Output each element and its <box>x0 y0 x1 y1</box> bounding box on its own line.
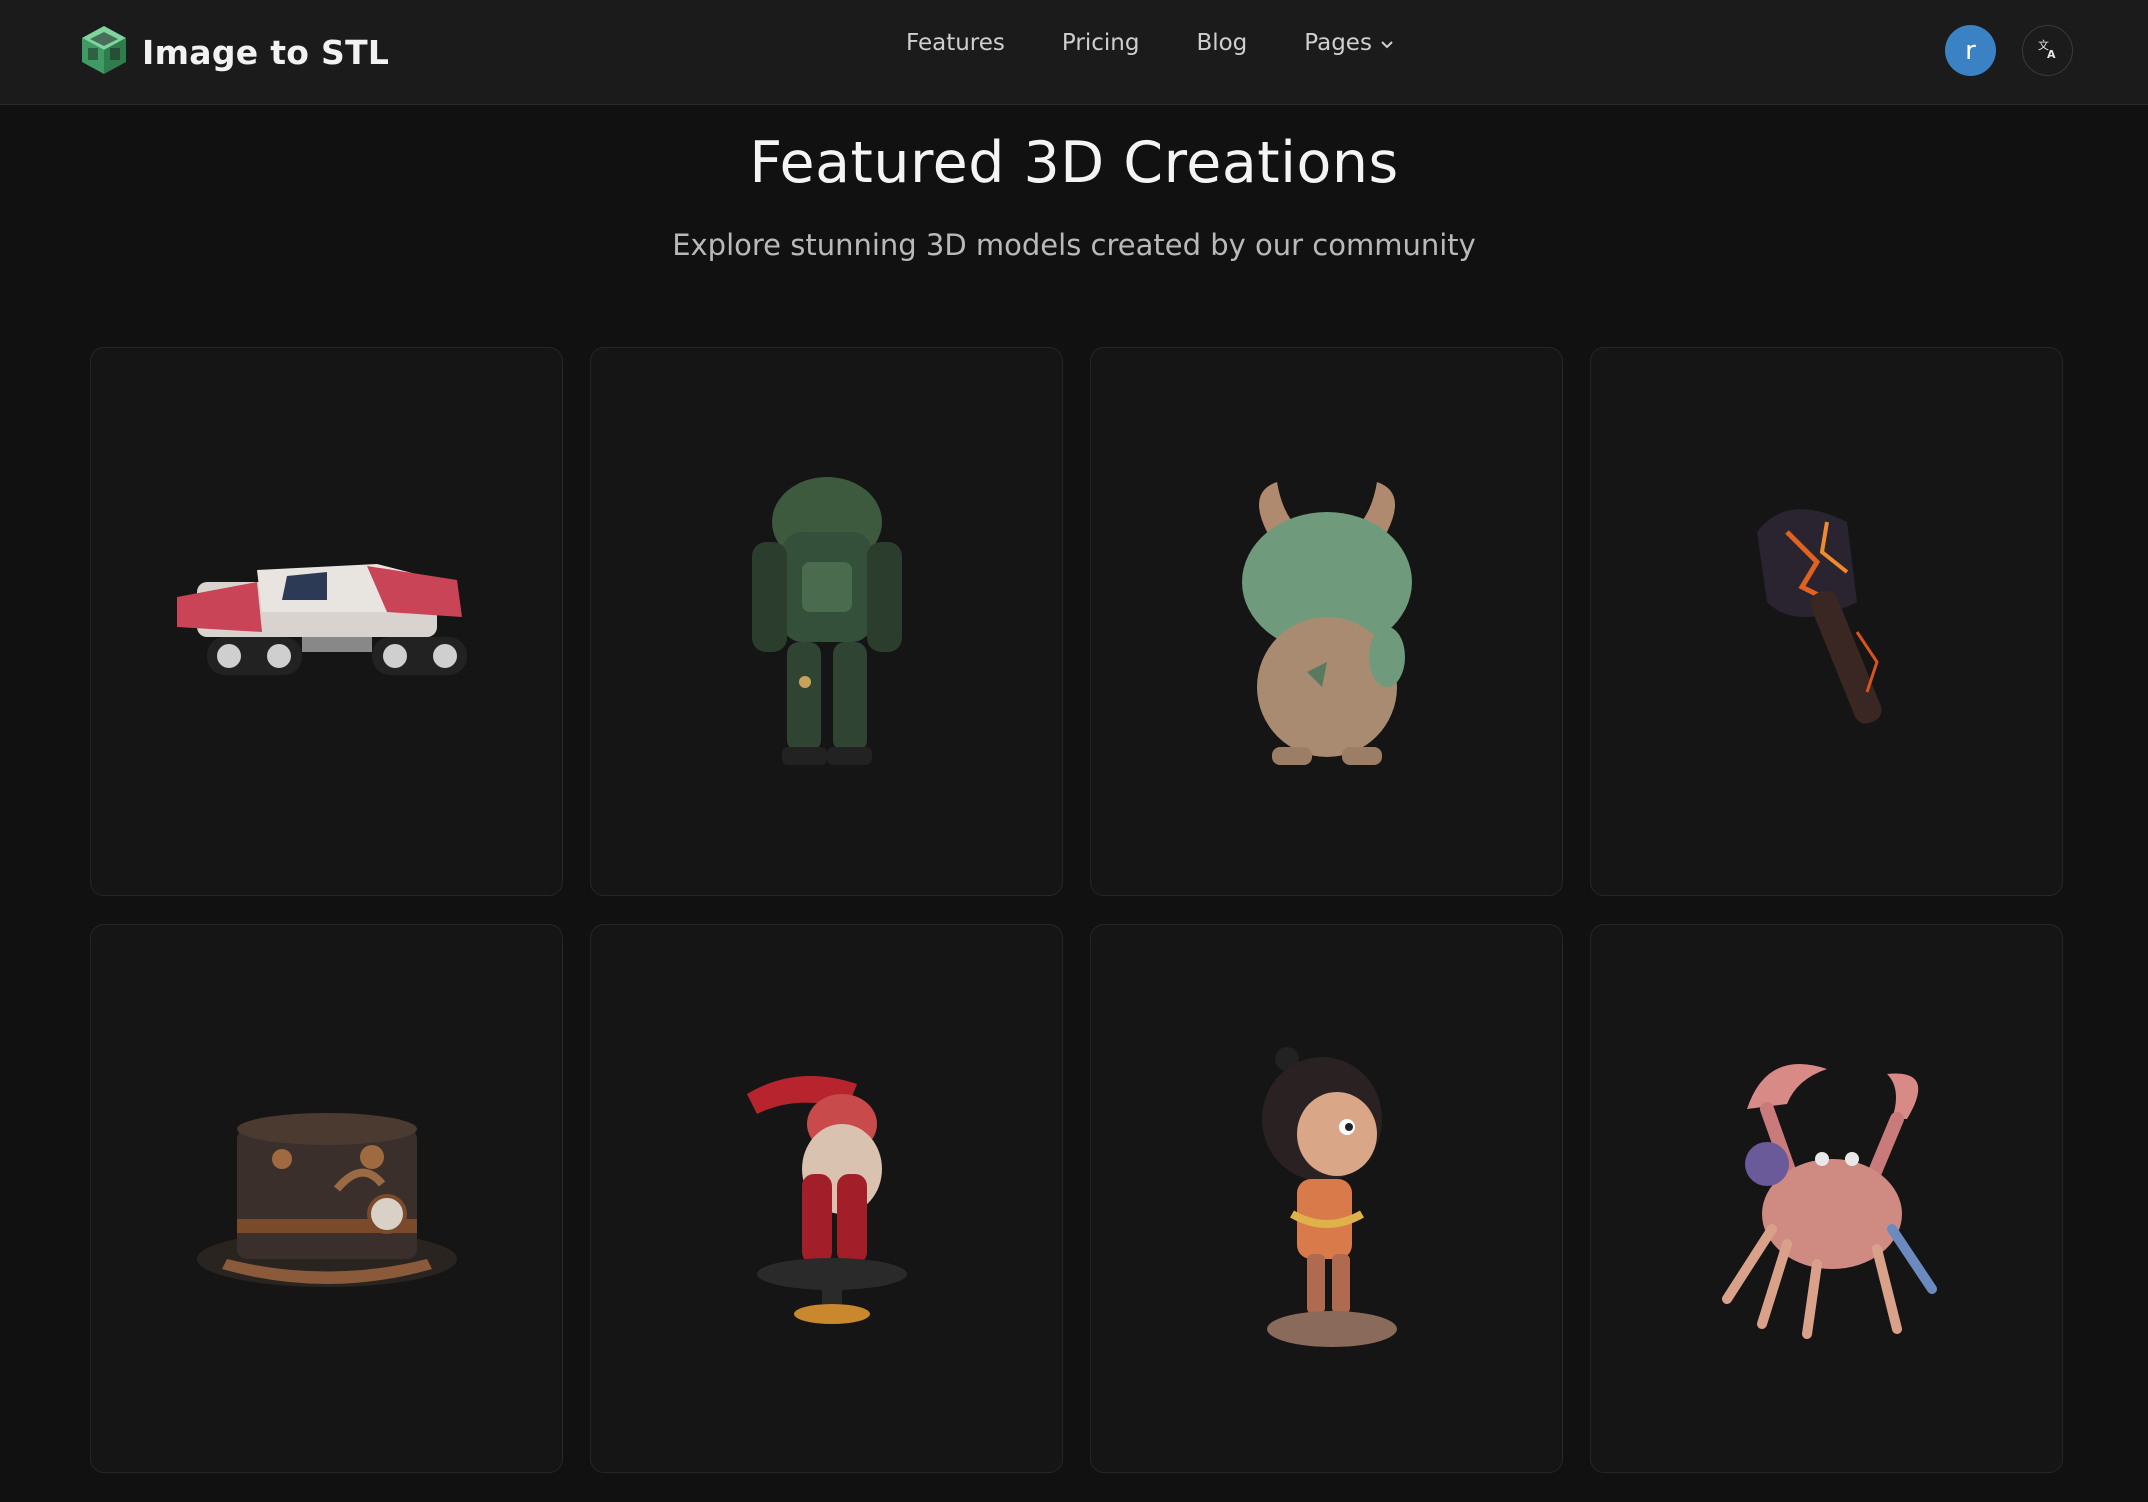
translate-icon: 文 A <box>2037 38 2059 64</box>
nav-link-label: Pages <box>1304 30 1372 56</box>
creation-card-robot[interactable] <box>590 347 1063 896</box>
nav-link-features[interactable]: Features <box>906 30 1005 56</box>
model-preview-image <box>1241 481 1412 765</box>
cube-logo-icon <box>80 24 128 80</box>
creation-card-vehicle[interactable] <box>90 347 563 896</box>
model-preview-image <box>746 1075 907 1324</box>
page-subtitle: Explore stunning 3D models created by ou… <box>672 228 1476 262</box>
model-preview-image <box>1721 1063 1937 1339</box>
model-preview-image <box>196 1112 457 1287</box>
brand-link[interactable]: Image to STL <box>80 24 389 80</box>
nav-link-pricing[interactable]: Pricing <box>1062 30 1140 56</box>
creation-card-girl[interactable] <box>1090 924 1563 1473</box>
top-navbar: Image to STL Features Pricing Blog Pages… <box>0 0 2148 105</box>
nav-link-label: Blog <box>1196 30 1248 56</box>
model-preview-image <box>1261 1046 1397 1347</box>
creation-card-hat[interactable] <box>90 924 563 1473</box>
model-preview-image <box>176 563 467 675</box>
nav-link-blog[interactable]: Blog <box>1196 30 1247 56</box>
user-avatar[interactable]: r <box>1945 25 1996 76</box>
chevron-down-icon <box>1380 30 1394 56</box>
model-preview-image <box>751 476 902 765</box>
brand-name: Image to STL <box>142 32 390 72</box>
creation-card-breakdancer[interactable] <box>590 924 1063 1473</box>
creation-card-creature[interactable] <box>1090 347 1563 896</box>
model-preview-image <box>1756 508 1882 724</box>
nav-link-label: Pricing <box>1061 30 1140 56</box>
nav-dropdown-pages[interactable]: Pages <box>1304 30 1394 56</box>
page-title: Featured 3D Creations <box>749 130 1399 196</box>
nav-link-label: Features <box>906 30 1005 56</box>
language-button[interactable]: 文 A <box>2022 25 2073 76</box>
svg-text:A: A <box>2047 48 2056 60</box>
main-nav: Features Pricing Blog Pages <box>906 30 1394 56</box>
creation-card-crab[interactable] <box>1590 924 2063 1473</box>
creation-card-axe[interactable] <box>1590 347 2063 896</box>
